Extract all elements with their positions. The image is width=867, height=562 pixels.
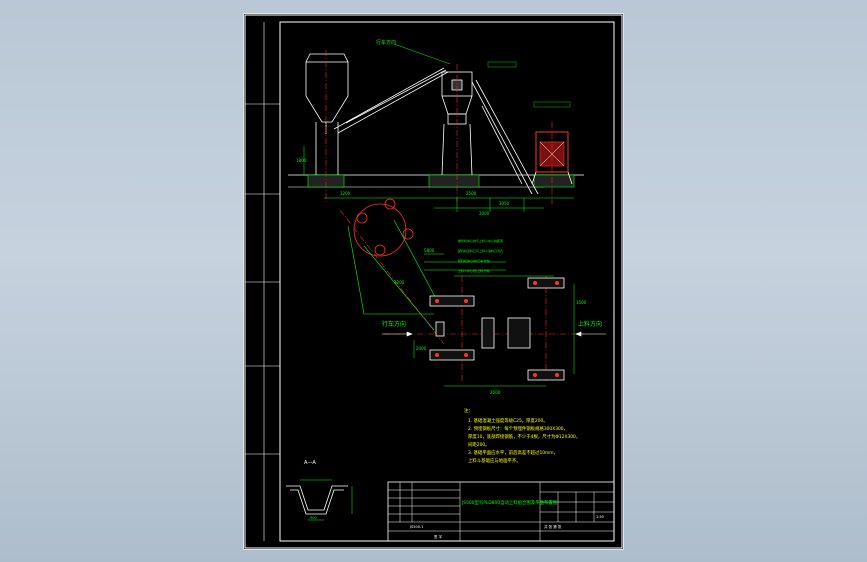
notes-heading: 注： bbox=[464, 407, 473, 414]
screw-conveyor bbox=[333, 67, 449, 134]
dim-text: 3050 bbox=[499, 201, 510, 206]
part-number: JS500-1 bbox=[409, 525, 423, 529]
note-line: 上料斗基础应与地面平齐。 bbox=[468, 457, 521, 464]
feed-direction-label: 上料方向 bbox=[578, 320, 602, 328]
signature-row: 签 字 bbox=[434, 534, 443, 539]
outer-frame bbox=[244, 14, 623, 549]
section-label: A—A bbox=[304, 460, 316, 466]
dim-text: 3200 bbox=[394, 280, 405, 285]
section-a-a: A—A 900 bbox=[286, 460, 353, 521]
dim-text: 1800 bbox=[296, 158, 307, 163]
dim-text: 900 bbox=[310, 516, 317, 520]
silo-footprint bbox=[353, 198, 414, 257]
travel-direction-label: 行车方向 bbox=[382, 320, 406, 328]
foundation-pads bbox=[429, 277, 565, 381]
title-block-title: JS500型号PLD800自动上料组合图及平面布置图 bbox=[461, 499, 558, 506]
mixer-tag bbox=[533, 101, 571, 108]
drawing-sheet: 1200 2500 3050 2000 1800 行车方向 行车方向 上料方向 … bbox=[243, 13, 624, 550]
skip-hoist bbox=[471, 79, 539, 195]
zone-marks bbox=[245, 22, 280, 541]
spec-callout: 配料机出料口与上料斗进料口对齐 bbox=[458, 248, 503, 253]
dim-text: 2500 bbox=[466, 191, 477, 196]
dim-text: 2600 bbox=[490, 390, 501, 395]
cement-silo bbox=[305, 53, 349, 175]
sheet-row: 共 张 第 张 bbox=[544, 524, 562, 529]
note-line: 间距200。 bbox=[468, 441, 490, 448]
dim-text: 2400 bbox=[416, 346, 427, 351]
title-block: JS500型号PLD800自动上料组合图及平面布置图 JS500-1 1:50 … bbox=[387, 481, 615, 542]
dim-text: 5800 bbox=[424, 248, 435, 253]
dim-text: 1500 bbox=[576, 300, 587, 305]
note-line: 厚度10，底部焊接钢筋，不少于4根，尺寸为Φ12X300， bbox=[468, 433, 580, 440]
plan-conveyor bbox=[347, 219, 441, 331]
scale-cell: 1:50 bbox=[596, 515, 604, 519]
conveyor-callout: 行车方向 bbox=[376, 39, 396, 46]
cad-drawing: 1200 2500 3050 2000 1800 行车方向 行车方向 上料方向 … bbox=[244, 14, 623, 549]
note-line: 3. 基础平面应水平，前后高差不超过10mm， bbox=[468, 449, 558, 456]
elevation-view bbox=[288, 43, 584, 212]
spec-callout: 搅拌机中心线与上料斗中心线距离 bbox=[458, 238, 503, 243]
plan-view bbox=[339, 198, 606, 387]
notes-block: 注： 1. 基础混凝土强度等级C25，厚度200。 2. 预埋钢板尺寸：每个预埋… bbox=[464, 407, 580, 464]
spec-callout: 上料斗中心线(上料方向) bbox=[458, 268, 490, 273]
note-line: 2. 预埋钢板尺寸：每个预埋件钢板规格300X300， bbox=[468, 425, 568, 432]
dim-text: 2000 bbox=[479, 211, 490, 216]
dim-text: 1200 bbox=[340, 191, 351, 196]
spec-callout: 配料机中心线(行车方向) bbox=[458, 258, 490, 263]
hopper-tag bbox=[487, 61, 517, 68]
note-line: 1. 基础混凝土强度等级C25，厚度200。 bbox=[468, 417, 548, 424]
